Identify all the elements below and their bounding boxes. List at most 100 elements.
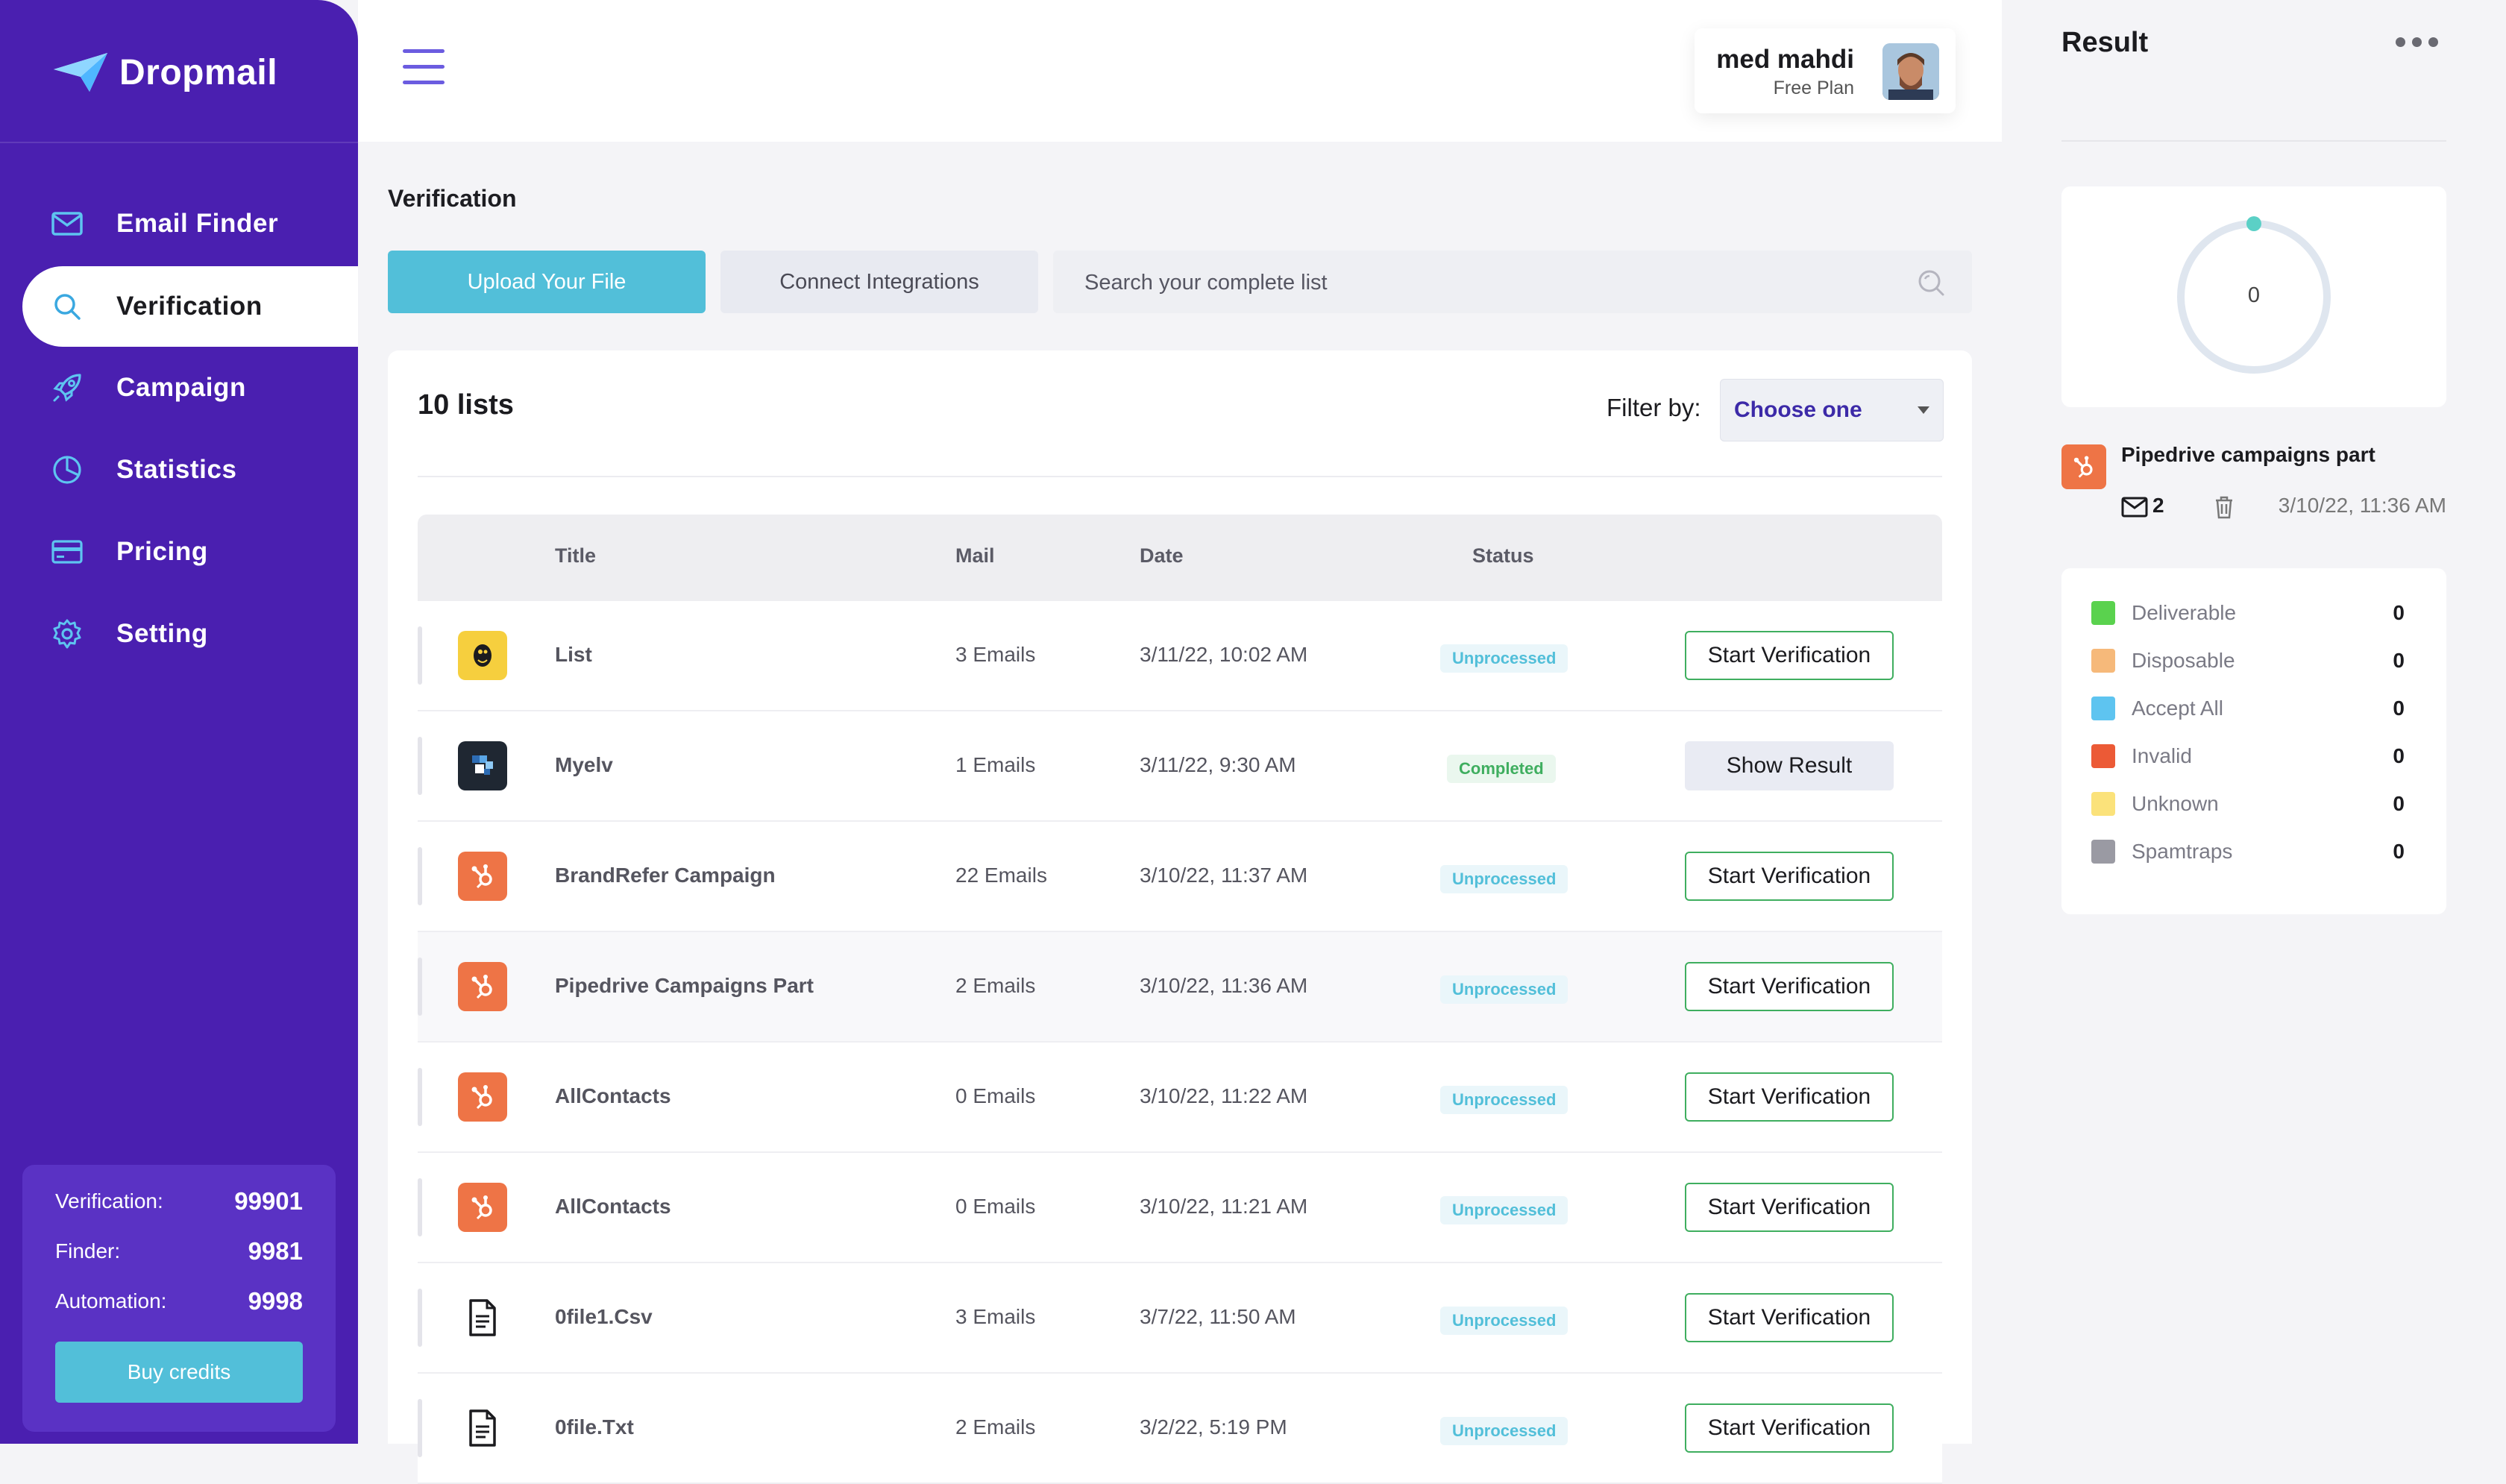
sidebar-item-label: Statistics <box>116 455 237 484</box>
row-mail: 3 Emails <box>955 1305 1036 1328</box>
table-row[interactable]: BrandRefer Campaign 22 Emails 3/10/22, 1… <box>418 822 1942 932</box>
chevron-down-icon <box>1918 406 1929 414</box>
legend-item-accept-all: Accept All 0 <box>2091 694 2405 723</box>
user-profile-card[interactable]: med mahdi Free Plan <box>1695 28 1956 113</box>
divider <box>2061 140 2446 142</box>
sidebar-item-setting[interactable]: Setting <box>0 593 358 675</box>
row-title[interactable]: List <box>555 643 592 667</box>
row-date: 3/10/22, 11:21 AM <box>1140 1195 1308 1218</box>
sidebar-nav: Email Finder Verification Campaign Stati… <box>0 183 358 675</box>
start-verification-button[interactable]: Start Verification <box>1685 1072 1894 1122</box>
legend-value: 0 <box>2393 601 2405 624</box>
hubspot-icon <box>458 962 507 1011</box>
more-options-icon[interactable] <box>2396 37 2438 47</box>
mail-icon <box>51 207 84 240</box>
filter-label: Filter by: <box>1607 394 1701 421</box>
start-verification-button[interactable]: Start Verification <box>1685 852 1894 901</box>
row-title[interactable]: Pipedrive Campaigns Part <box>555 974 814 998</box>
sidebar-item-label: Email Finder <box>116 209 279 238</box>
legend-value: 0 <box>2393 840 2405 863</box>
row-indicator <box>418 1068 422 1126</box>
user-plan: Free Plan <box>1773 78 1854 98</box>
table-row[interactable]: Pipedrive Campaigns Part 2 Emails 3/10/2… <box>418 932 1942 1043</box>
result-panel: Result 0 Pipedrive campaigns part 2 3/10… <box>2002 0 2506 1444</box>
list-count: 10 lists <box>418 389 514 421</box>
filter-select[interactable]: Choose one <box>1720 379 1944 441</box>
brand-name: Dropmail <box>119 52 278 92</box>
row-indicator <box>418 958 422 1016</box>
user-name: med mahdi <box>1716 45 1854 74</box>
start-verification-button[interactable]: Start Verification <box>1685 631 1894 680</box>
connect-integrations-button[interactable]: Connect Integrations <box>720 251 1038 313</box>
row-indicator <box>418 626 422 685</box>
row-mail: 2 Emails <box>955 974 1036 997</box>
start-verification-button[interactable]: Start Verification <box>1685 1183 1894 1232</box>
paper-plane-icon <box>54 53 107 92</box>
row-title[interactable]: BrandRefer Campaign <box>555 864 776 887</box>
trash-icon[interactable] <box>2214 495 2235 519</box>
sidebar-item-email-finder[interactable]: Email Finder <box>0 183 358 265</box>
table-row[interactable]: List 3 Emails 3/11/22, 10:02 AM Unproces… <box>418 601 1942 711</box>
row-title[interactable]: AllContacts <box>555 1084 671 1108</box>
search-box <box>1053 251 1972 315</box>
table-row[interactable]: 0file.Txt 2 Emails 3/2/22, 5:19 PM Unpro… <box>418 1374 1942 1484</box>
row-title[interactable]: Myelv <box>555 753 613 777</box>
campaign-name: Pipedrive campaigns part <box>2121 443 2375 466</box>
pie-chart-icon <box>51 453 84 486</box>
column-header-date[interactable]: Date <box>1140 544 1184 567</box>
sidebar-item-verification[interactable]: Verification <box>22 266 358 347</box>
table-row[interactable]: Myelv 1 Emails 3/11/22, 9:30 AM Complete… <box>418 711 1942 822</box>
status-badge: Unprocessed <box>1440 1086 1568 1114</box>
start-verification-button[interactable]: Start Verification <box>1685 1403 1894 1453</box>
file-icon <box>458 1293 507 1342</box>
menu-icon[interactable] <box>403 49 445 85</box>
status-badge: Completed <box>1447 755 1556 783</box>
buy-credits-button[interactable]: Buy credits <box>55 1342 303 1403</box>
divider <box>0 142 358 143</box>
table-row[interactable]: AllContacts 0 Emails 3/10/22, 11:21 AM U… <box>418 1153 1942 1263</box>
sidebar-item-statistics[interactable]: Statistics <box>0 429 358 511</box>
avatar[interactable] <box>1882 43 1939 100</box>
hubspot-icon <box>458 1183 507 1232</box>
start-verification-button[interactable]: Start Verification <box>1685 962 1894 1011</box>
search-input[interactable] <box>1083 251 1891 315</box>
row-date: 3/11/22, 9:30 AM <box>1140 753 1296 776</box>
rocket-icon <box>51 371 84 404</box>
legend-swatch <box>2091 649 2115 673</box>
sidebar-item-pricing[interactable]: Pricing <box>0 511 358 593</box>
brand-logo[interactable]: Dropmail <box>51 46 277 98</box>
credit-label: Automation: <box>55 1289 167 1312</box>
sidebar-item-label: Pricing <box>116 537 208 566</box>
hubspot-icon <box>2061 444 2106 489</box>
divider <box>418 476 1942 477</box>
credit-value: 99901 <box>234 1187 303 1215</box>
row-indicator <box>418 1178 422 1236</box>
row-mail: 22 Emails <box>955 864 1047 887</box>
sidebar-item-campaign[interactable]: Campaign <box>0 347 358 429</box>
legend-label: Accept All <box>2132 697 2223 720</box>
row-title[interactable]: 0file.Txt <box>555 1415 634 1439</box>
mailchimp-icon <box>458 631 507 680</box>
table-row[interactable]: AllContacts 0 Emails 3/10/22, 11:22 AM U… <box>418 1043 1942 1153</box>
result-legend: Deliverable 0 Disposable 0 Accept All 0 … <box>2061 568 2446 914</box>
start-verification-button[interactable]: Start Verification <box>1685 1293 1894 1342</box>
legend-value: 0 <box>2393 792 2405 815</box>
legend-swatch <box>2091 840 2115 864</box>
upload-file-button[interactable]: Upload Your File <box>388 251 706 313</box>
column-header-status[interactable]: Status <box>1472 544 1534 567</box>
result-donut-card: 0 <box>2061 186 2446 407</box>
row-title[interactable]: 0file1.Csv <box>555 1305 653 1329</box>
row-title[interactable]: AllContacts <box>555 1195 671 1219</box>
credit-finder: Finder: 9981 <box>55 1237 303 1266</box>
column-header-title[interactable]: Title <box>555 544 596 567</box>
legend-value: 0 <box>2393 649 2405 672</box>
show-result-button[interactable]: Show Result <box>1685 741 1894 790</box>
credit-label: Finder: <box>55 1239 121 1263</box>
row-date: 3/10/22, 11:22 AM <box>1140 1084 1308 1107</box>
table-row[interactable]: 0file1.Csv 3 Emails 3/7/22, 11:50 AM Unp… <box>418 1263 1942 1374</box>
legend-swatch <box>2091 744 2115 768</box>
gear-icon <box>51 617 84 650</box>
search-icon[interactable] <box>1917 268 1945 297</box>
table-header: Title Mail Date Status <box>418 515 1942 601</box>
column-header-mail[interactable]: Mail <box>955 544 995 567</box>
